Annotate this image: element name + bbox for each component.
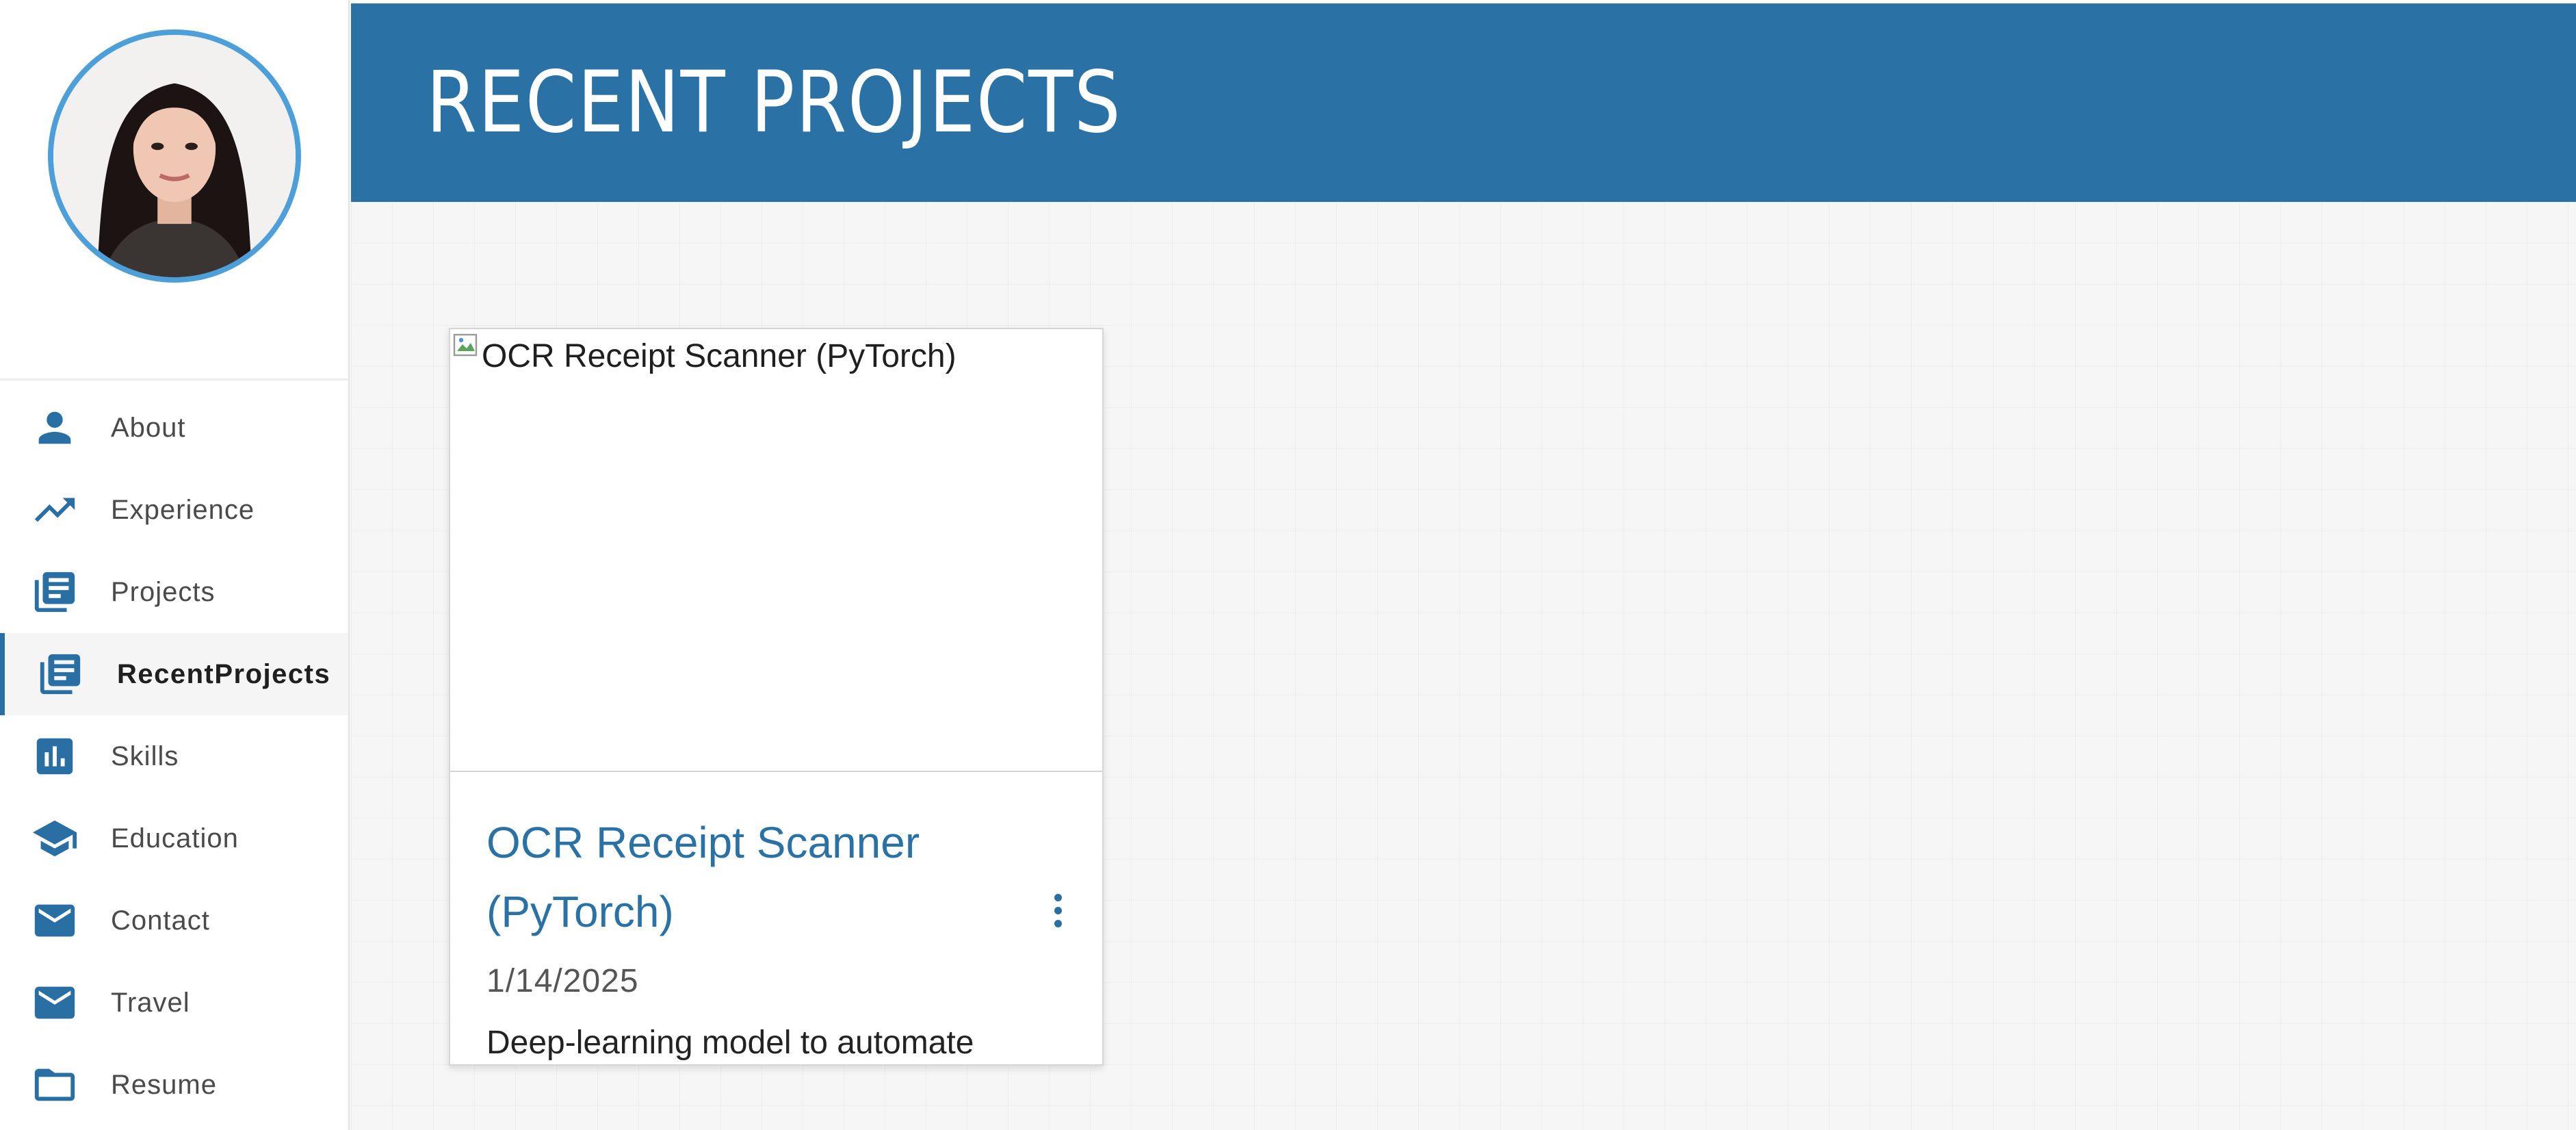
folder-icon (30, 1064, 79, 1105)
page-header: RECENT PROJECTS (351, 3, 2576, 202)
avatar-photo (53, 35, 296, 277)
sidebar-item-label: Contact (111, 906, 210, 936)
sidebar-item-skills[interactable]: Skills (0, 715, 348, 797)
sidebar-item-travel[interactable]: Travel (0, 962, 348, 1044)
project-image[interactable]: OCR Receipt Scanner (PyTorch) (450, 329, 1102, 772)
sidebar-item-label: Experience (111, 495, 255, 525)
sidebar-item-label: Skills (111, 741, 179, 771)
sidebar-item-recentprojects[interactable]: RecentProjects (0, 633, 348, 715)
page-title: RECENT PROJECTS (426, 53, 1122, 152)
sidebar-item-label: RecentProjects (117, 659, 331, 689)
project-title[interactable]: OCR Receipt Scanner (PyTorch) (486, 808, 938, 947)
mail-icon (30, 982, 79, 1023)
sidebar-item-education[interactable]: Education (0, 797, 348, 879)
image-alt-text: OCR Receipt Scanner (PyTorch) (482, 338, 957, 374)
sidebar-item-label: Education (111, 823, 239, 853)
sidebar-item-resume[interactable]: Resume (0, 1044, 348, 1126)
library-books-icon (36, 654, 85, 695)
more-vert-icon[interactable] (1048, 894, 1068, 935)
trending-up-icon (30, 489, 79, 530)
sidebar-item-experience[interactable]: Experience (0, 469, 348, 551)
sidebar: About Experience Projects RecentProjects… (0, 0, 350, 1130)
avatar (48, 29, 301, 283)
project-date: 1/14/2025 (486, 963, 639, 999)
sidebar-item-label: Travel (111, 988, 190, 1018)
sidebar-nav: About Experience Projects RecentProjects… (0, 387, 348, 1126)
profile-header (0, 0, 348, 381)
project-card[interactable]: OCR Receipt Scanner (PyTorch) OCR Receip… (449, 328, 1104, 1066)
project-description: Deep-learning model to automate (486, 1025, 974, 1061)
sidebar-item-projects[interactable]: Projects (0, 551, 348, 633)
sidebar-item-contact[interactable]: Contact (0, 879, 348, 962)
library-books-icon (30, 572, 79, 613)
broken-image-icon (453, 333, 478, 357)
sidebar-item-about[interactable]: About (0, 387, 348, 469)
graduation-cap-icon (30, 818, 79, 859)
mail-icon (30, 900, 79, 941)
sidebar-item-label: Resume (111, 1070, 217, 1100)
sidebar-item-label: Projects (111, 577, 216, 607)
person-icon (30, 407, 79, 448)
bar-chart-icon (30, 736, 79, 777)
sidebar-item-label: About (111, 413, 186, 443)
